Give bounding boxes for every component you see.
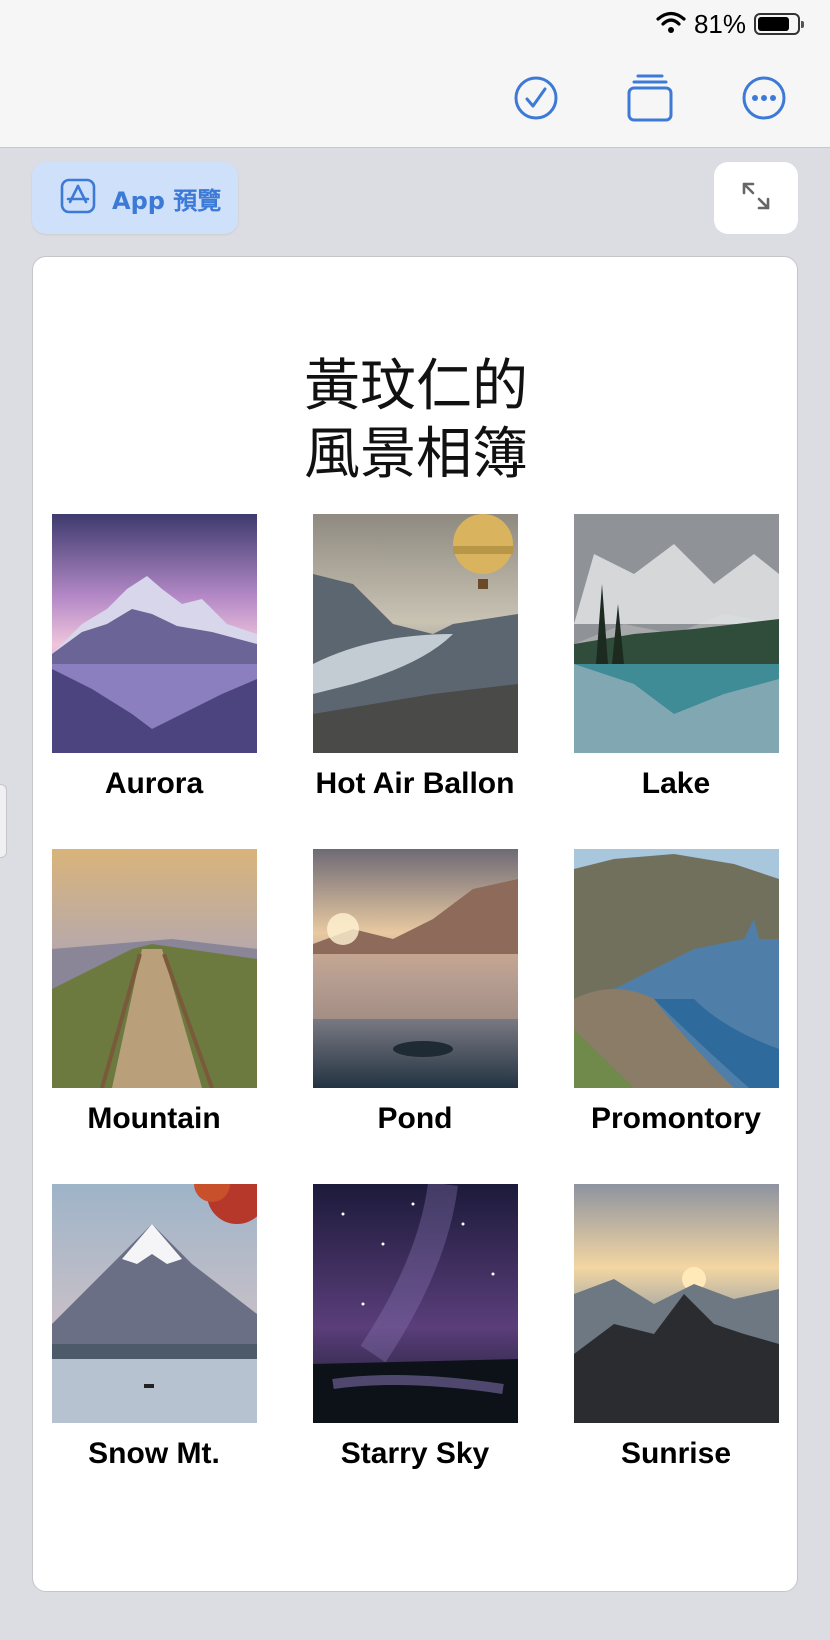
photo-pond[interactable]: [313, 849, 518, 1088]
photo-label: Snow Mt.: [88, 1437, 220, 1470]
app-preview-label: App 預覽: [112, 186, 222, 215]
photo-label: Pond: [377, 1102, 453, 1135]
photo-label: Sunrise: [620, 1437, 732, 1470]
photo-sunrise[interactable]: [574, 1184, 779, 1423]
checkmark-circle-icon[interactable]: [512, 74, 560, 122]
app-preview-button[interactable]: App 預覽: [32, 162, 238, 234]
photo-hot-air-balloon[interactable]: [313, 514, 518, 753]
ellipsis-circle-icon[interactable]: [740, 74, 788, 122]
battery-icon: [754, 13, 804, 35]
expand-button[interactable]: [714, 162, 798, 234]
expand-arrows-icon: [739, 179, 773, 217]
photo-snow-mt[interactable]: [52, 1184, 257, 1423]
stack-icon[interactable]: [626, 74, 674, 122]
album-title-line2: 風景相簿: [304, 422, 528, 487]
app-preview-card: 黃玟仁的 風景相簿 Aurora Hot Air Ballon Lake Mou…: [32, 256, 798, 1592]
photo-starry-sky[interactable]: [313, 1184, 518, 1423]
photo-label: Hot Air Ballon: [315, 767, 515, 800]
photo-label: Mountain: [87, 1102, 221, 1135]
side-panel-handle[interactable]: [0, 784, 7, 858]
photo-promontory[interactable]: [574, 849, 779, 1088]
battery-percentage: 81%: [693, 8, 746, 39]
photo-mountain[interactable]: [52, 849, 257, 1088]
photo-label: Aurora: [104, 767, 204, 800]
photo-aurora[interactable]: [52, 514, 257, 753]
top-toolbar: [0, 48, 830, 148]
status-bar: 81%: [0, 0, 830, 48]
album-title: 黃玟仁的 風景相簿: [33, 353, 799, 489]
photo-lake[interactable]: [574, 514, 779, 753]
wifi-icon: [656, 10, 686, 38]
photo-label: Lake: [641, 767, 711, 800]
photo-label: Starry Sky: [340, 1437, 490, 1470]
status-indicators: 81%: [656, 8, 804, 40]
album-title-line1: 黃玟仁的: [304, 354, 528, 419]
photo-label: Promontory: [590, 1102, 761, 1135]
app-store-icon: [60, 178, 96, 218]
